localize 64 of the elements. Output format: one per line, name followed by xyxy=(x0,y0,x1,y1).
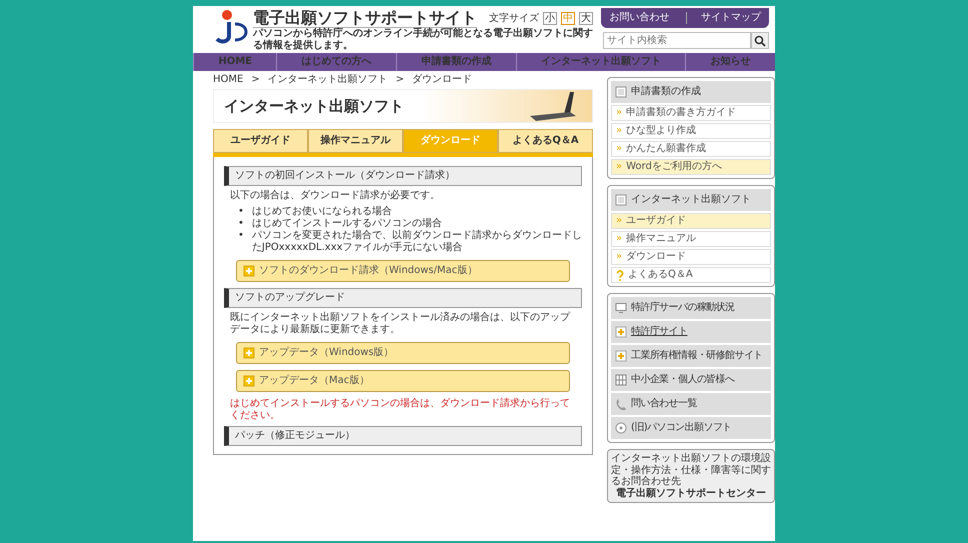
section-text: 既にインターネット出願ソフトをインストール済みの場合は、以下のアップデータにより最新版に更新できます。 xyxy=(230,312,572,336)
top-link[interactable]: サイトマップ xyxy=(686,12,761,24)
warning-note: はじめてインストールするパソコンの場合は、ダウンロード請求から行ってください。 xyxy=(230,398,571,422)
sidebar-link[interactable]: 工業所有権情報・研修館サイト xyxy=(611,345,771,368)
sidebar-link[interactable]: よくあるQ＆A xyxy=(611,267,771,284)
bullet-marker: • xyxy=(238,218,244,230)
top-link[interactable]: お問い合わせ xyxy=(609,12,670,24)
bullet-marker: • xyxy=(238,206,244,218)
list-item: パソコンを変更された場合で、以前ダウンロード請求からダウンロードしたJPOxxxxxDL.xxxファイルが手元にない場合 xyxy=(252,230,582,254)
breadcrumb-link[interactable]: インターネット出願ソフト xyxy=(268,74,388,86)
font-size-option[interactable]: 大 xyxy=(579,12,593,25)
font-size-option[interactable]: 小 xyxy=(543,12,557,25)
plus-icon xyxy=(243,375,255,388)
sidebar-link[interactable]: 特許庁サーバの稼動状況 xyxy=(611,297,771,320)
phone-icon xyxy=(615,398,627,410)
site-title: 電子出願ソフトサポートサイト xyxy=(253,8,477,28)
section-heading: パッチ（修正モジュール） xyxy=(224,426,582,446)
sidebar-link[interactable]: » ユーザガイド xyxy=(611,213,771,230)
sidebar-link[interactable]: 問い合わせ一覧 xyxy=(611,393,771,416)
site-subtitle: パソコンから特許庁へのオンライン手続が可能となる電子出願ソフトに関する情報を提供します。 xyxy=(253,28,593,52)
sidebar-link[interactable]: 中小企業・個人の皆様へ xyxy=(611,369,771,392)
circle-icon xyxy=(615,422,627,434)
search-button[interactable] xyxy=(751,32,769,50)
tab[interactable]: よくあるQ＆A xyxy=(498,129,593,154)
download-button[interactable]: アップデータ（Windows版） xyxy=(236,342,570,364)
section-heading: ソフトの初回インストール（ダウンロード請求） xyxy=(224,166,582,186)
plus-icon xyxy=(243,347,255,360)
sidebar-heading-text: インターネット出願ソフト xyxy=(631,194,751,206)
page-title: インターネット出願ソフト xyxy=(224,97,404,116)
tab[interactable]: ユーザガイド xyxy=(213,129,308,154)
search-icon xyxy=(754,34,766,47)
sidebar-link[interactable]: » Wordをご利用の方へ xyxy=(611,159,771,176)
download-button[interactable]: ソフトのダウンロード請求（Windows/Mac版） xyxy=(236,260,570,282)
section-text: 以下の場合は、ダウンロード請求が必要です。 xyxy=(230,190,441,202)
sidebar-link[interactable]: » ひな型より作成 xyxy=(611,123,771,140)
sidebar-link[interactable]: » 申請書類の書き方ガイド xyxy=(611,105,771,122)
question-icon xyxy=(616,270,624,281)
sidebar-heading-text: 申請書類の作成 xyxy=(631,86,701,98)
breadcrumb-separator: > xyxy=(396,74,404,86)
list-item: はじめてインストールするパソコンの場合 xyxy=(252,218,442,230)
list-icon xyxy=(615,194,627,206)
contact-text: インターネット出願ソフトの環境設定・操作方法・仕様・障害等に関するお問合わせ先 xyxy=(611,453,771,488)
download-button[interactable]: アップデータ（Mac版） xyxy=(236,370,570,392)
sidebar-link[interactable]: (旧)パソコン出願ソフト xyxy=(611,417,771,440)
search-field[interactable]: サイト内検索 xyxy=(603,32,751,50)
section-heading: ソフトのアップグレード xyxy=(224,288,582,308)
list-item: はじめてお使いになられる場合 xyxy=(252,206,392,218)
plus-icon xyxy=(615,326,627,338)
breadcrumb-link[interactable]: HOME xyxy=(213,74,244,86)
monitor-icon xyxy=(615,302,627,314)
breadcrumb-link[interactable]: ダウンロード xyxy=(412,74,472,86)
tab[interactable]: 操作マニュアル xyxy=(308,129,403,154)
sidebar-link[interactable]: » かんたん願書作成 xyxy=(611,141,771,158)
list-icon xyxy=(615,86,627,98)
plus-icon xyxy=(615,350,627,362)
contact-center-name: 電子出願ソフトサポートセンター xyxy=(615,488,767,500)
font-size-label: 文字サイズ xyxy=(489,12,539,24)
bullet-marker: • xyxy=(238,230,244,244)
plus-icon xyxy=(243,265,255,278)
sidebar-link[interactable]: » ダウンロード xyxy=(611,249,771,266)
breadcrumb-separator: > xyxy=(251,74,260,86)
sidebar-link[interactable]: 特許庁サイト xyxy=(611,321,771,344)
grid-icon xyxy=(615,374,627,386)
sidebar-link[interactable]: » 操作マニュアル xyxy=(611,231,771,248)
